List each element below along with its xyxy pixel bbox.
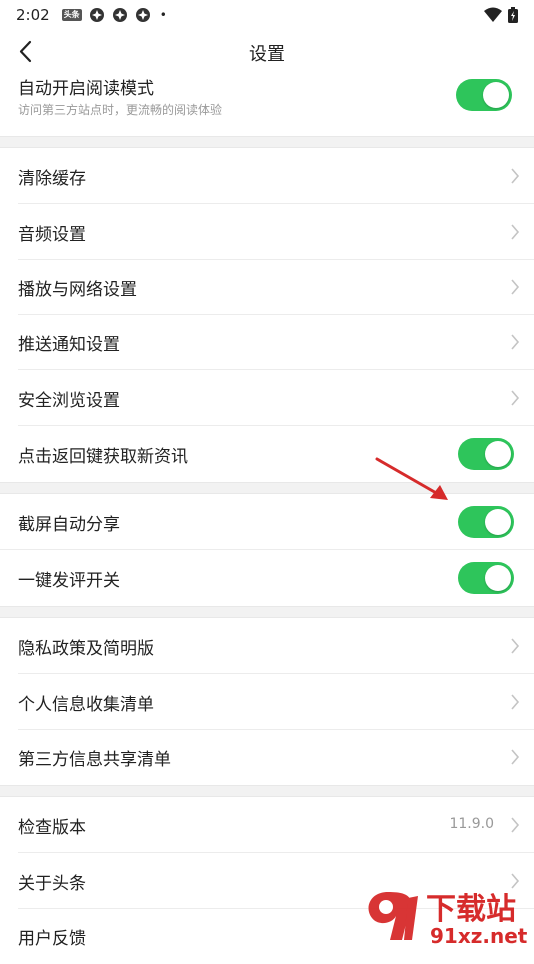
chevron-right-icon: [511, 638, 520, 654]
check-version-label: 检查版本: [18, 818, 86, 838]
one-click-comment-toggle[interactable]: [458, 562, 514, 594]
auto-read-subtitle: 访问第三方站点时，更流畅的阅读体验: [18, 103, 223, 117]
section-divider: [0, 136, 534, 148]
third-party-sharing-label: 第三方信息共享清单: [18, 750, 171, 770]
safe-browsing-row[interactable]: 安全浏览设置: [0, 370, 534, 426]
push-notification-label: 推送通知设置: [18, 335, 120, 355]
chevron-right-icon: [511, 749, 520, 765]
chevron-right-icon: [511, 224, 520, 240]
privacy-policy-label: 隐私政策及简明版: [18, 639, 154, 659]
chevron-right-icon: [511, 390, 520, 406]
chevron-right-icon: [511, 168, 520, 184]
chevron-right-icon: [511, 279, 520, 295]
personal-info-list-label: 个人信息收集清单: [18, 695, 154, 715]
back-key-refresh-toggle[interactable]: [458, 438, 514, 470]
chevron-right-icon: [511, 817, 520, 833]
playback-network-label: 播放与网络设置: [18, 280, 137, 300]
push-notification-row[interactable]: 推送通知设置: [0, 314, 534, 370]
toggle-knob: [485, 441, 511, 467]
audio-settings-label: 音频设置: [18, 225, 86, 245]
clear-cache-row[interactable]: 清除缓存: [0, 148, 534, 204]
screenshot-share-label: 截屏自动分享: [18, 515, 120, 535]
toggle-knob: [483, 82, 509, 108]
check-version-row[interactable]: 检查版本 11.9.0: [0, 797, 534, 853]
safe-browsing-label: 安全浏览设置: [18, 391, 120, 411]
audio-settings-row[interactable]: 音频设置: [0, 204, 534, 260]
third-party-sharing-row[interactable]: 第三方信息共享清单: [0, 729, 534, 785]
toggle-knob: [485, 509, 511, 535]
toggle-knob: [485, 565, 511, 591]
nav-bar: 设置: [0, 30, 534, 74]
app-notification-icon: [89, 8, 104, 22]
auto-read-title: 自动开启阅读模式: [18, 79, 154, 99]
site-watermark-logo: 下载站 91xz.net: [368, 892, 528, 948]
app-notification-icon: [112, 8, 127, 22]
one-click-comment-row: 一键发评开关: [0, 550, 534, 606]
privacy-policy-row[interactable]: 隐私政策及简明版: [0, 618, 534, 674]
one-click-comment-label: 一键发评开关: [18, 571, 120, 591]
about-toutiao-label: 关于头条: [18, 874, 86, 894]
auto-read-mode-setting: 自动开启阅读模式 访问第三方站点时，更流畅的阅读体验: [0, 70, 534, 136]
personal-info-list-row[interactable]: 个人信息收集清单: [0, 674, 534, 730]
status-time: 2:02: [16, 6, 50, 24]
red-arrow-annotation: [375, 457, 448, 500]
system-status-icons: [484, 7, 518, 23]
page-title: 设置: [249, 44, 285, 65]
notification-icons: 头条 •: [61, 7, 167, 23]
watermark-domain: 91xz.net: [430, 924, 528, 948]
wifi-icon: [484, 7, 502, 22]
user-feedback-label: 用户反馈: [18, 929, 86, 949]
playback-network-row[interactable]: 播放与网络设置: [0, 259, 534, 315]
auto-read-toggle[interactable]: [456, 79, 512, 111]
screenshot-share-toggle[interactable]: [458, 506, 514, 538]
status-bar: 2:02 头条 •: [0, 0, 534, 30]
chevron-right-icon: [511, 694, 520, 710]
section-divider: [0, 785, 534, 797]
section-divider: [0, 606, 534, 618]
battery-icon: [508, 7, 518, 23]
chevron-right-icon: [511, 334, 520, 350]
watermark-brand: 下载站: [426, 892, 516, 927]
version-number: 11.9.0: [449, 816, 494, 832]
news-app-icon: 头条: [61, 9, 82, 21]
back-key-refresh-label: 点击返回键获取新资讯: [18, 447, 188, 467]
app-notification-icon: [135, 8, 150, 22]
clear-cache-label: 清除缓存: [18, 169, 86, 189]
more-notifications-dot: •: [159, 8, 167, 22]
